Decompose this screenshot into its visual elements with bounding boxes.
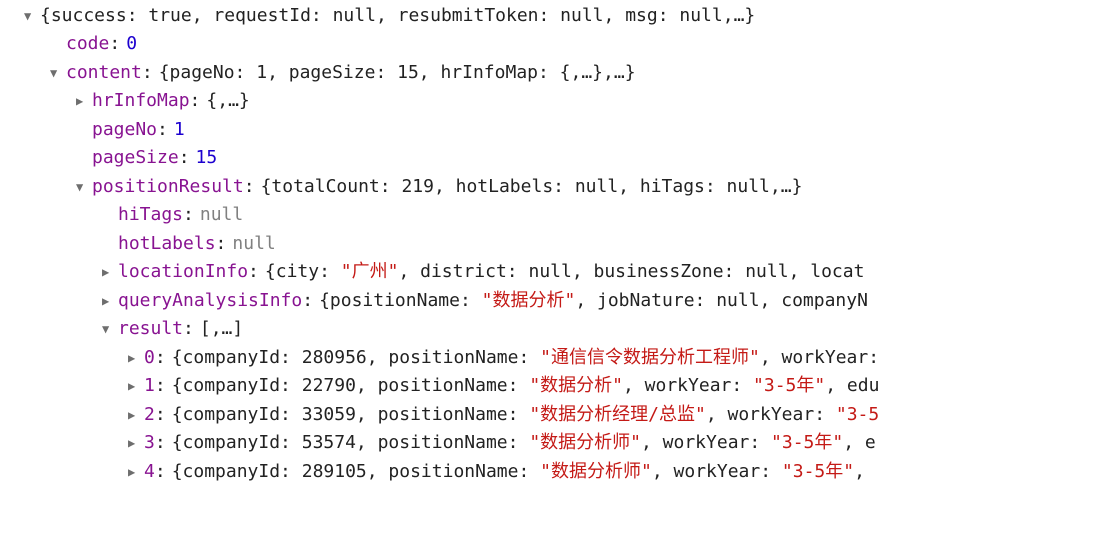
property-key: positionResult (92, 173, 244, 202)
property-key: queryAnalysisInfo (118, 287, 302, 316)
expand-toggle-icon[interactable] (102, 263, 116, 282)
array-index: 3 (144, 429, 155, 458)
property-key: pageSize (92, 144, 179, 173)
json-property-hrinfomap[interactable]: hrInfoMap: {,…} (0, 88, 1106, 117)
json-property-hitags[interactable]: hiTags: null (0, 202, 1106, 231)
expand-toggle-icon[interactable] (128, 406, 142, 425)
property-value: null (200, 201, 243, 230)
json-property-pageno[interactable]: pageNo: 1 (0, 116, 1106, 145)
property-value: 1 (174, 116, 185, 145)
array-item-summary: {companyId: 280956, positionName: "通信信令数… (172, 344, 879, 373)
property-value: null (232, 230, 275, 259)
property-value-summary: {,…} (206, 87, 249, 116)
json-property-queryanalysisinfo[interactable]: queryAnalysisInfo: {positionName: "数据分析"… (0, 287, 1106, 316)
json-property-hotlabels[interactable]: hotLabels: null (0, 230, 1106, 259)
array-index: 4 (144, 458, 155, 487)
property-key: hiTags (118, 201, 183, 230)
json-property-content[interactable]: content: {pageNo: 1, pageSize: 15, hrInf… (0, 59, 1106, 88)
property-value-summary: {city: "广州", district: null, businessZon… (265, 258, 865, 287)
expand-toggle-icon[interactable] (128, 463, 142, 482)
root-summary: {success: true, requestId: null, resubmi… (40, 2, 755, 31)
property-value-summary: {positionName: "数据分析", jobNature: null, … (319, 287, 868, 316)
json-array-item-3[interactable]: 3: {companyId: 53574, positionName: "数据分… (0, 430, 1106, 459)
expand-toggle-icon[interactable] (76, 92, 90, 111)
array-item-summary: {companyId: 33059, positionName: "数据分析经理… (172, 401, 880, 430)
expand-toggle-icon[interactable] (128, 434, 142, 453)
property-value-summary: {totalCount: 219, hotLabels: null, hiTag… (261, 173, 803, 202)
json-property-code[interactable]: code: 0 (0, 31, 1106, 60)
property-value-summary: [,…] (200, 315, 243, 344)
array-item-summary: {companyId: 22790, positionName: "数据分析",… (172, 372, 880, 401)
json-array-item-0[interactable]: 0: {companyId: 280956, positionName: "通信… (0, 344, 1106, 373)
json-property-locationinfo[interactable]: locationInfo: {city: "广州", district: nul… (0, 259, 1106, 288)
expand-toggle-icon[interactable] (128, 349, 142, 368)
json-property-result[interactable]: result: [,…] (0, 316, 1106, 345)
property-key: locationInfo (118, 258, 248, 287)
property-key: hotLabels (118, 230, 216, 259)
json-array-item-2[interactable]: 2: {companyId: 33059, positionName: "数据分… (0, 401, 1106, 430)
expand-toggle-icon[interactable] (24, 7, 38, 26)
array-index: 1 (144, 372, 155, 401)
expand-toggle-icon[interactable] (102, 320, 116, 339)
property-value: 15 (196, 144, 218, 173)
array-index: 2 (144, 401, 155, 430)
property-value: 0 (126, 30, 137, 59)
json-property-pagesize[interactable]: pageSize: 15 (0, 145, 1106, 174)
expand-toggle-icon[interactable] (50, 64, 64, 83)
json-root-line[interactable]: {success: true, requestId: null, resubmi… (0, 2, 1106, 31)
expand-toggle-icon[interactable] (102, 292, 116, 311)
json-array-item-4[interactable]: 4: {companyId: 289105, positionName: "数据… (0, 458, 1106, 487)
json-array-item-1[interactable]: 1: {companyId: 22790, positionName: "数据分… (0, 373, 1106, 402)
array-item-summary: {companyId: 53574, positionName: "数据分析师"… (172, 429, 876, 458)
property-value-summary: {pageNo: 1, pageSize: 15, hrInfoMap: {,…… (159, 59, 636, 88)
array-item-summary: {companyId: 289105, positionName: "数据分析师… (172, 458, 865, 487)
property-key: result (118, 315, 183, 344)
expand-toggle-icon[interactable] (128, 377, 142, 396)
property-key: content (66, 59, 142, 88)
property-key: pageNo (92, 116, 157, 145)
property-key: code (66, 30, 109, 59)
property-key: hrInfoMap (92, 87, 190, 116)
json-property-positionresult[interactable]: positionResult: {totalCount: 219, hotLab… (0, 173, 1106, 202)
expand-toggle-icon[interactable] (76, 178, 90, 197)
array-index: 0 (144, 344, 155, 373)
